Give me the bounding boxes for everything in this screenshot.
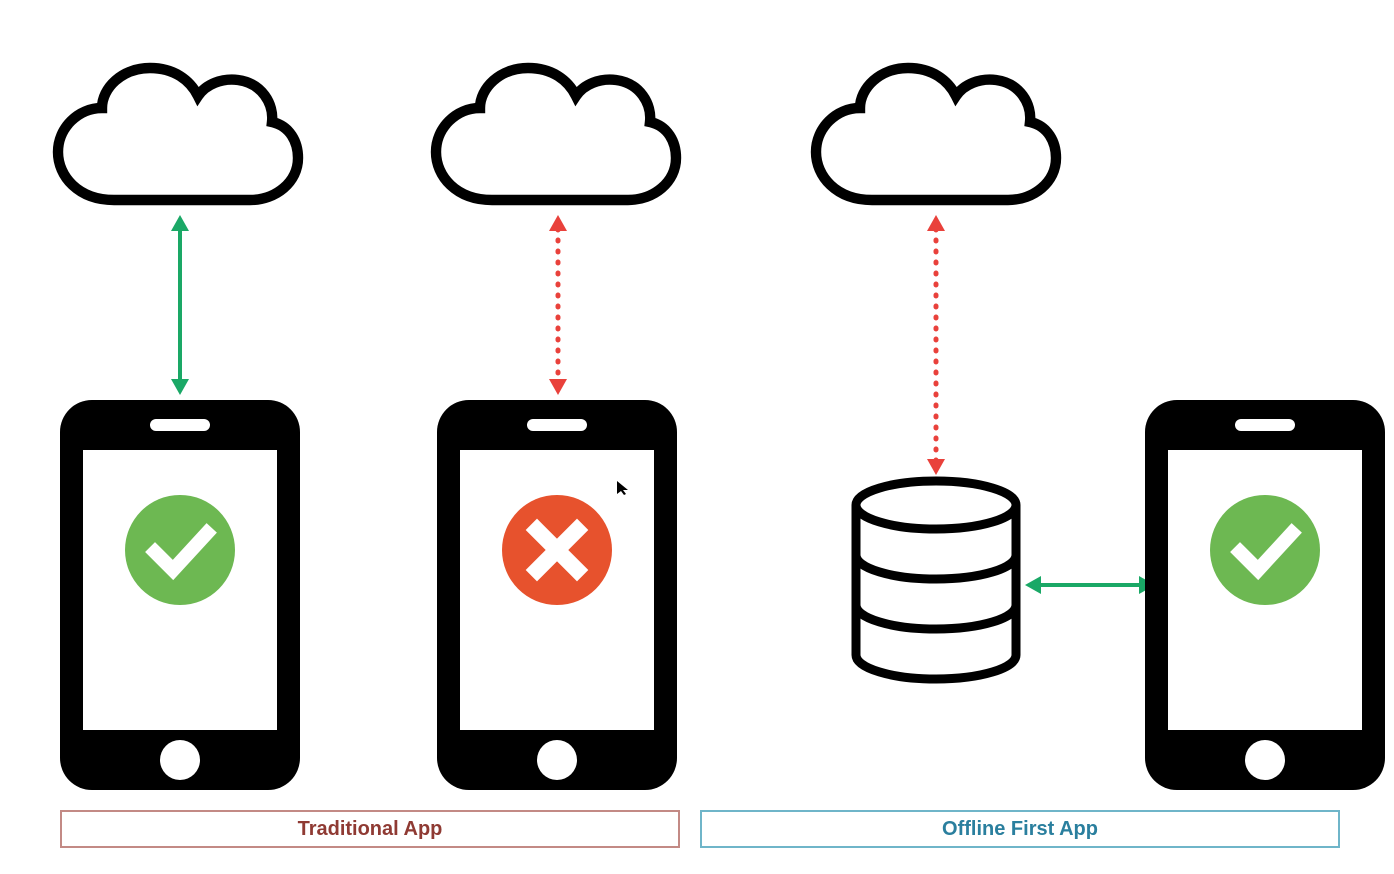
label-traditional-app: Traditional App (60, 810, 680, 848)
label-traditional-text: Traditional App (298, 818, 443, 841)
cloud-icon (428, 55, 684, 225)
label-offline-first-app: Offline First App (700, 810, 1340, 848)
check-circle-icon (1210, 495, 1320, 605)
cross-circle-icon (502, 495, 612, 605)
double-arrow-vertical-dotted-icon (543, 215, 573, 395)
double-arrow-horizontal-solid-icon (1025, 570, 1155, 600)
double-arrow-vertical-dotted-icon (921, 215, 951, 475)
cloud-icon (50, 55, 306, 225)
database-icon (846, 475, 1026, 685)
double-arrow-vertical-solid-icon (165, 215, 195, 395)
check-circle-icon (125, 495, 235, 605)
cloud-icon (808, 55, 1064, 225)
cursor-icon (617, 481, 629, 495)
label-offline-first-text: Offline First App (942, 818, 1098, 841)
diagram-canvas: Traditional App Offline First App (0, 0, 1394, 874)
